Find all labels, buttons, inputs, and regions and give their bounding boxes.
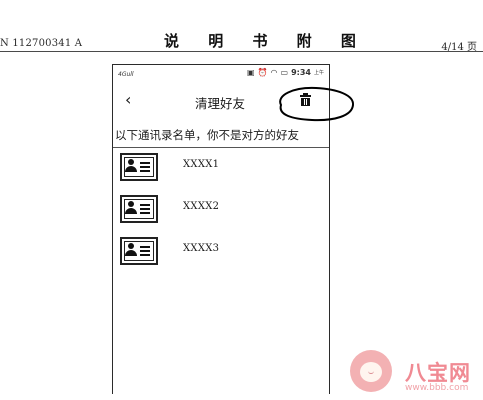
patent-number: N 112700341 A <box>0 38 83 49</box>
status-icons: ▣ ⏰ ◠ ▭ 9:34 上午 <box>247 68 324 77</box>
status-bar: 4Gull ▣ ⏰ ◠ ▭ 9:34 上午 <box>113 65 329 84</box>
watermark-url: www.bbb.com <box>405 383 469 393</box>
contact-card-icon <box>120 195 158 223</box>
trash-can <box>301 98 310 106</box>
signal-icon: 4Gull <box>118 71 134 78</box>
person-body <box>125 208 137 214</box>
notice-text: 以下通讯录名单，你不是对方的好友 <box>113 123 329 148</box>
person-body <box>125 166 137 172</box>
contact-item[interactable]: XXXX1 <box>120 153 320 187</box>
app-bar: ‹ 清理好友 <box>113 84 329 124</box>
contact-card-icon <box>120 153 158 181</box>
person-body <box>125 250 137 256</box>
contact-name: XXXX2 <box>183 201 220 212</box>
battery-icon: ▭ <box>280 68 289 77</box>
watermark-logo <box>350 350 392 392</box>
wifi-icon: ◠ <box>270 68 278 77</box>
phone-screen: 4Gull ▣ ⏰ ◠ ▭ 9:34 上午 ‹ 清理好友 以下通讯录名单，你不是… <box>112 64 330 394</box>
status-time: 9:34 <box>291 68 311 77</box>
header-divider <box>0 51 483 52</box>
alarm-icon: ⏰ <box>257 68 268 77</box>
contact-name: XXXX3 <box>183 243 220 254</box>
trash-lid <box>300 95 311 97</box>
sim-icon: ▣ <box>247 68 255 77</box>
person-head <box>128 201 134 207</box>
contact-item[interactable]: XXXX2 <box>120 195 320 229</box>
contact-name: XXXX1 <box>183 159 220 170</box>
person-head <box>128 159 134 165</box>
screen-title: 清理好友 <box>195 96 246 111</box>
status-ampm: 上午 <box>313 70 324 76</box>
person-head <box>128 243 134 249</box>
document-title: 说 明 书 附 图 <box>164 32 368 50</box>
back-button[interactable]: ‹ <box>125 90 131 109</box>
contact-card-icon <box>120 237 158 265</box>
trash-icon[interactable] <box>300 93 311 106</box>
contact-item[interactable]: XXXX3 <box>120 237 320 271</box>
